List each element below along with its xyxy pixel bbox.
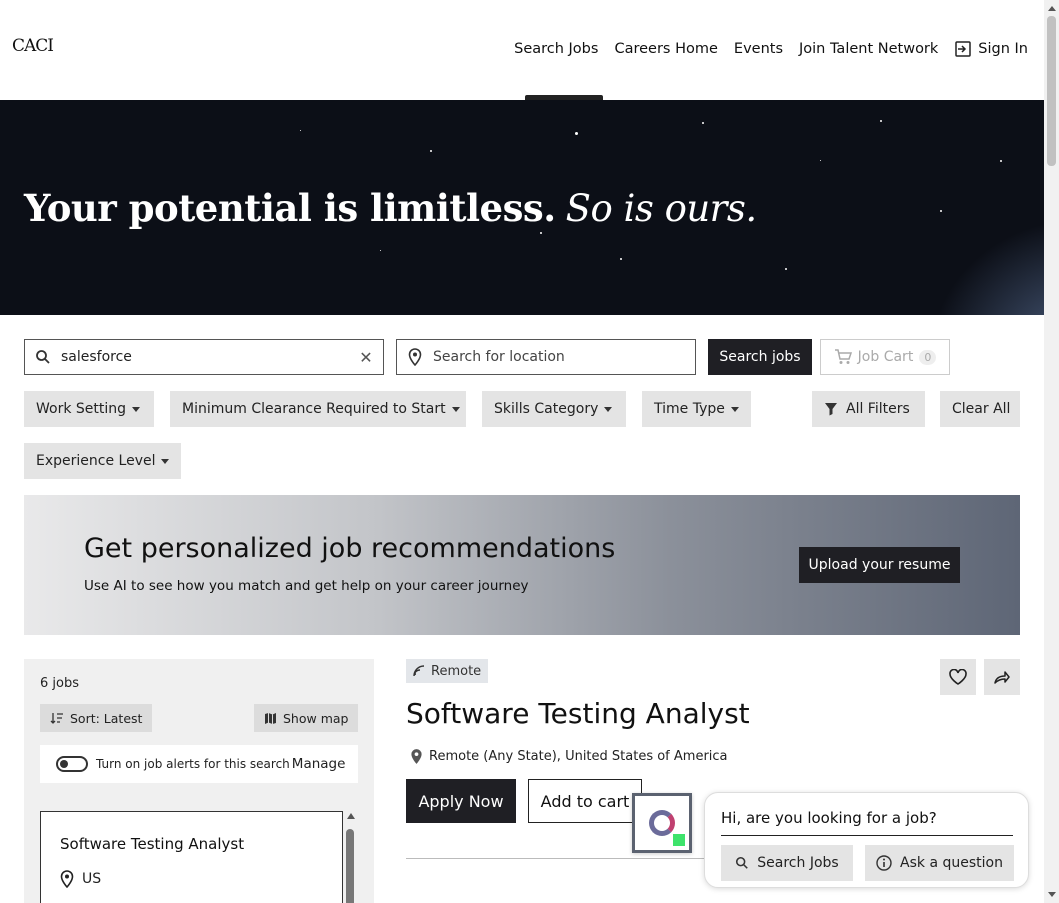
remote-signal-icon	[413, 665, 425, 677]
nav-join-talent-network[interactable]: Join Talent Network	[791, 41, 946, 57]
share-icon	[994, 671, 1010, 684]
job-alert-toggle[interactable]	[56, 756, 88, 772]
banner-subtitle: Use AI to see how you match and get help…	[84, 578, 529, 594]
all-filters-label: All Filters	[846, 401, 910, 417]
sign-in-icon	[955, 41, 972, 57]
add-to-cart-button[interactable]: Add to cart	[528, 779, 642, 823]
keyword-input[interactable]	[61, 349, 349, 365]
caci-logo[interactable]: CACI	[12, 36, 54, 56]
remote-badge: Remote	[406, 659, 489, 683]
hero-banner: Your potential is limitless. So is ours.	[0, 100, 1044, 315]
job-cart-button[interactable]: Job Cart 0	[820, 339, 950, 375]
section-divider	[406, 858, 706, 859]
job-card[interactable]: Software Testing Analyst US	[40, 811, 343, 903]
filter-minimum-clearance[interactable]: Minimum Clearance Required to Start	[170, 391, 466, 427]
assistant-logo-icon	[649, 810, 675, 836]
banner-title: Get personalized job recommendations	[84, 533, 616, 564]
filter-work-setting[interactable]: Work Setting	[24, 391, 154, 427]
chevron-down-icon	[451, 406, 460, 412]
results-scroll-thumb[interactable]	[346, 829, 354, 903]
chat-search-jobs-label: Search Jobs	[757, 855, 839, 871]
sort-icon	[50, 713, 63, 724]
chat-panel: Hi, are you looking for a job? Search Jo…	[704, 792, 1029, 888]
filter-clearance-label: Minimum Clearance Required to Start	[182, 401, 446, 417]
filter-skills-category[interactable]: Skills Category	[482, 391, 626, 427]
results-scrollbar[interactable]	[346, 811, 356, 903]
map-icon	[265, 712, 276, 724]
sign-in-label: Sign In	[978, 41, 1028, 57]
sort-label: Sort: Latest	[70, 710, 143, 726]
location-pin-icon	[397, 348, 433, 366]
heart-icon	[949, 669, 967, 685]
online-status-icon	[673, 834, 685, 846]
job-cart-label: Job Cart	[857, 349, 914, 365]
filter-experience-level[interactable]: Experience Level	[24, 443, 181, 479]
sort-button[interactable]: Sort: Latest	[40, 704, 153, 732]
results-panel: 6 jobs Sort: Latest Show map Turn on job…	[24, 659, 374, 903]
filter-time-type-label: Time Type	[654, 401, 725, 417]
hero-headline: Your potential is limitless. So is ours.	[24, 186, 757, 230]
filter-skills-label: Skills Category	[494, 401, 599, 417]
job-card-title[interactable]: Software Testing Analyst	[60, 835, 244, 853]
filter-icon	[825, 403, 837, 416]
recommendations-banner: Get personalized job recommendations Use…	[24, 495, 1020, 635]
filter-work-setting-label: Work Setting	[36, 401, 127, 417]
hero-headline-bold: Your potential is limitless.	[24, 186, 556, 230]
search-icon	[25, 349, 61, 365]
location-pin-icon	[60, 870, 74, 888]
job-location-text: Remote (Any State), United States of Ame…	[429, 749, 728, 764]
cart-icon	[834, 349, 852, 364]
apply-now-button[interactable]: Apply Now	[406, 779, 516, 823]
ask-question-label: Ask a question	[900, 855, 1003, 871]
hero-headline-italic: So is ours.	[565, 187, 758, 230]
job-alert-row: Turn on job alerts for this search Manag…	[40, 745, 358, 783]
ask-question-button[interactable]: Ask a question	[865, 845, 1014, 881]
page-scroll-thumb[interactable]	[1047, 16, 1056, 166]
hero-glow	[904, 195, 1044, 315]
job-title: Software Testing Analyst	[406, 697, 750, 730]
location-pin-icon	[411, 749, 422, 764]
clear-keyword-icon[interactable]: ✕	[349, 348, 383, 367]
show-map-button[interactable]: Show map	[254, 704, 359, 732]
filter-time-type[interactable]: Time Type	[642, 391, 751, 427]
favorite-button[interactable]	[940, 659, 976, 695]
search-icon	[736, 856, 749, 869]
search-jobs-button[interactable]: Search jobs	[708, 339, 812, 375]
sign-in-link[interactable]: Sign In	[946, 40, 1036, 58]
upload-resume-button[interactable]: Upload your resume	[799, 547, 960, 583]
scroll-up-arrow-icon[interactable]	[347, 813, 355, 819]
job-alert-text: Turn on job alerts for this search	[96, 757, 290, 771]
manage-alerts-link[interactable]: Manage	[292, 756, 346, 772]
scroll-down-arrow-icon[interactable]	[1048, 892, 1056, 897]
chat-search-jobs-button[interactable]: Search Jobs	[721, 845, 853, 881]
chat-assistant-avatar[interactable]	[632, 793, 692, 853]
remote-badge-label: Remote	[431, 663, 482, 679]
nav-events[interactable]: Events	[726, 41, 791, 57]
main-nav: Search Jobs Careers Home Events Join Tal…	[506, 40, 1036, 58]
job-location: Remote (Any State), United States of Ame…	[410, 748, 728, 765]
location-input[interactable]	[433, 349, 695, 365]
page-scrollbar[interactable]	[1044, 0, 1059, 903]
keyword-search-box: ✕	[24, 339, 384, 375]
filter-experience-label: Experience Level	[36, 453, 156, 469]
chevron-down-icon	[604, 406, 613, 412]
scroll-up-arrow-icon[interactable]	[1048, 6, 1056, 11]
chat-greeting: Hi, are you looking for a job?	[721, 809, 1013, 836]
nav-careers-home[interactable]: Careers Home	[606, 41, 725, 57]
info-icon	[876, 855, 892, 871]
clear-all-button[interactable]: Clear All	[940, 391, 1020, 427]
job-card-location: US	[60, 870, 101, 888]
show-map-label: Show map	[283, 710, 349, 726]
job-card-location-text: US	[82, 871, 102, 887]
nav-search-jobs[interactable]: Search Jobs	[506, 41, 606, 57]
all-filters-button[interactable]: All Filters	[812, 391, 925, 427]
cart-count-badge: 0	[919, 349, 937, 365]
location-search-box	[396, 339, 696, 375]
chevron-down-icon	[161, 458, 170, 464]
chevron-down-icon	[730, 406, 739, 412]
job-count: 6 jobs	[40, 676, 79, 691]
site-header: CACI Search Jobs Careers Home Events Joi…	[0, 0, 1044, 100]
chevron-down-icon	[132, 406, 141, 412]
share-button[interactable]	[984, 659, 1020, 695]
